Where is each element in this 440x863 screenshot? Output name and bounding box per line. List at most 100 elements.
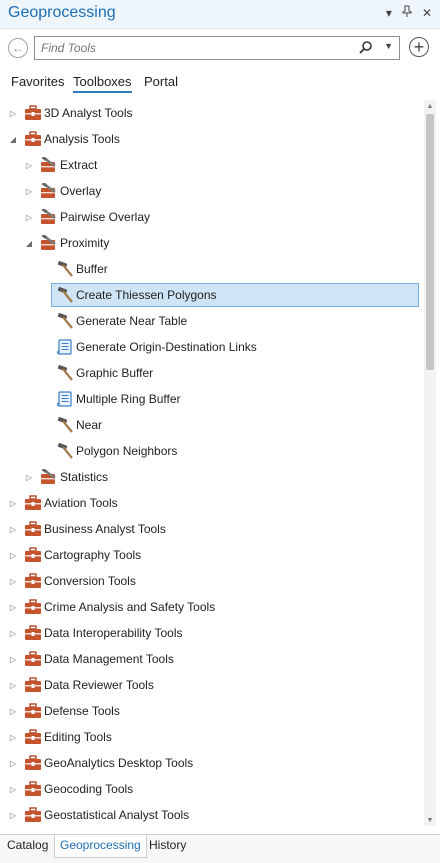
- tool-row[interactable]: Generate Near Table: [0, 308, 424, 334]
- toolbox-row[interactable]: ▷ GeoAnalytics Desktop Tools: [0, 750, 424, 776]
- collapsed-triangle-icon[interactable]: ▷: [8, 108, 18, 118]
- collapsed-triangle-icon[interactable]: ▷: [24, 472, 34, 482]
- collapsed-triangle-icon[interactable]: ▷: [24, 186, 34, 196]
- toolset-row[interactable]: ▷ Pairwise Overlay: [0, 204, 424, 230]
- tool-row[interactable]: Graphic Buffer: [0, 360, 424, 386]
- expanded-triangle-icon[interactable]: ◢: [8, 134, 18, 144]
- tree-item-label: Overlay: [60, 184, 102, 198]
- search-options-dropdown-icon[interactable]: ▼: [384, 41, 393, 51]
- toolbox-row[interactable]: ▷ 3D Analyst Tools: [0, 100, 424, 126]
- collapsed-triangle-icon[interactable]: ▷: [8, 758, 18, 768]
- search-icon[interactable]: [359, 40, 373, 57]
- tool-row[interactable]: Near: [0, 412, 424, 438]
- tree-item-label: Analysis Tools: [44, 132, 120, 146]
- toolbox-row[interactable]: ▷ Editing Tools: [0, 724, 424, 750]
- search-box[interactable]: ▼: [34, 36, 400, 60]
- expanded-triangle-icon[interactable]: ◢: [24, 238, 34, 248]
- collapsed-triangle-icon[interactable]: ▷: [8, 784, 18, 794]
- collapsed-triangle-icon[interactable]: ▷: [8, 576, 18, 586]
- tree-item-label: Create Thiessen Polygons: [76, 288, 217, 302]
- tab-portal[interactable]: Portal: [144, 74, 178, 89]
- bottom-tab-catalog[interactable]: Catalog: [2, 835, 53, 857]
- collapsed-triangle-icon[interactable]: ▷: [8, 706, 18, 716]
- toolbox-row[interactable]: ▷ Geocoding Tools: [0, 776, 424, 802]
- script-icon: [56, 391, 74, 407]
- toolset-icon: [40, 467, 58, 485]
- scrollbar-thumb[interactable]: [426, 114, 434, 370]
- toolset-icon: [40, 155, 58, 173]
- tool-row[interactable]: Create Thiessen Polygons: [0, 282, 424, 308]
- collapsed-triangle-icon[interactable]: ▷: [8, 628, 18, 638]
- tree-item-label: Data Reviewer Tools: [44, 678, 154, 692]
- pin-icon[interactable]: [402, 5, 412, 20]
- bottom-tab-geoprocessing[interactable]: Geoprocessing: [54, 835, 147, 858]
- tree-item-label: Data Interoperability Tools: [44, 626, 183, 640]
- toolbox-icon: [24, 131, 42, 147]
- toolbox-icon: [24, 573, 42, 589]
- toolset-row[interactable]: ▷ Extract: [0, 152, 424, 178]
- tree-item-label: Extract: [60, 158, 98, 172]
- scroll-up-icon[interactable]: ▲: [424, 100, 436, 112]
- toolbox-icon: [24, 781, 42, 797]
- toolbox-row[interactable]: ▷ Cartography Tools: [0, 542, 424, 568]
- tree-item-label: Buffer: [76, 262, 108, 276]
- tree-item-label: Generate Near Table: [76, 314, 188, 328]
- toolbox-row[interactable]: ▷ Geostatistical Analyst Tools: [0, 802, 424, 826]
- tab-toolboxes[interactable]: Toolboxes: [73, 74, 132, 93]
- toolbox-icon: [24, 703, 42, 719]
- close-icon[interactable]: ✕: [422, 6, 432, 20]
- tab-favorites[interactable]: Favorites: [11, 74, 64, 89]
- vertical-scrollbar[interactable]: ▲ ▼: [424, 100, 436, 826]
- tree-item-label: Near: [76, 418, 103, 432]
- toolbox-icon: [24, 521, 42, 537]
- toolbox-icon: [24, 625, 42, 641]
- tool-row[interactable]: Buffer: [0, 256, 424, 282]
- toolbox-icon: [24, 807, 42, 823]
- toolbox-row[interactable]: ▷ Business Analyst Tools: [0, 516, 424, 542]
- toolbox-row[interactable]: ▷ Data Interoperability Tools: [0, 620, 424, 646]
- toolbox-icon: [24, 729, 42, 745]
- tree-item-label: Proximity: [60, 236, 110, 250]
- collapsed-triangle-icon[interactable]: ▷: [24, 160, 34, 170]
- tool-row[interactable]: Multiple Ring Buffer: [0, 386, 424, 412]
- search-row: ← ▼ +: [0, 34, 440, 62]
- toolbox-row[interactable]: ▷ Conversion Tools: [0, 568, 424, 594]
- toolset-row[interactable]: ◢ Proximity: [0, 230, 424, 256]
- collapsed-triangle-icon[interactable]: ▷: [8, 602, 18, 612]
- dropdown-arrow-icon[interactable]: ▾: [386, 6, 392, 20]
- bottom-tab-history[interactable]: History: [144, 835, 191, 857]
- toolbox-row[interactable]: ▷ Defense Tools: [0, 698, 424, 724]
- tree-item-label: Pairwise Overlay: [60, 210, 151, 224]
- collapsed-triangle-icon[interactable]: ▷: [8, 680, 18, 690]
- toolbox-row[interactable]: ▷ Aviation Tools: [0, 490, 424, 516]
- collapsed-triangle-icon[interactable]: ▷: [8, 654, 18, 664]
- tree-item-label: 3D Analyst Tools: [44, 106, 133, 120]
- toolset-row[interactable]: ▷ Statistics: [0, 464, 424, 490]
- toolbox-row[interactable]: ▷ Crime Analysis and Safety Tools: [0, 594, 424, 620]
- collapsed-triangle-icon[interactable]: ▷: [8, 498, 18, 508]
- collapsed-triangle-icon[interactable]: ▷: [24, 212, 34, 222]
- toolset-row[interactable]: ▷ Overlay: [0, 178, 424, 204]
- search-input[interactable]: [41, 38, 341, 58]
- add-button[interactable]: +: [409, 37, 429, 57]
- toolbox-row[interactable]: ◢ Analysis Tools: [0, 126, 424, 152]
- collapsed-triangle-icon[interactable]: ▷: [8, 550, 18, 560]
- tree-item-label: Editing Tools: [44, 730, 112, 744]
- hammer-icon: [56, 313, 74, 329]
- back-arrow-icon: ←: [12, 41, 24, 55]
- scroll-down-icon[interactable]: ▼: [424, 814, 436, 826]
- toolbox-icon: [24, 755, 42, 771]
- collapsed-triangle-icon[interactable]: ▷: [8, 524, 18, 534]
- tool-row[interactable]: Generate Origin-Destination Links: [0, 334, 424, 360]
- collapsed-triangle-icon[interactable]: ▷: [8, 810, 18, 820]
- back-button[interactable]: ←: [8, 38, 28, 58]
- tree-item-label: Data Management Tools: [44, 652, 174, 666]
- toolbox-icon: [24, 547, 42, 563]
- toolbox-tree: ▷ 3D Analyst Tools ◢ Analysis Tools ▷ Extract…: [0, 100, 424, 826]
- toolbox-row[interactable]: ▷ Data Management Tools: [0, 646, 424, 672]
- collapsed-triangle-icon[interactable]: ▷: [8, 732, 18, 742]
- toolbox-icon: [24, 599, 42, 615]
- tool-row[interactable]: Polygon Neighbors: [0, 438, 424, 464]
- pane-titlebar: Geoprocessing ▾ ✕: [0, 0, 440, 29]
- toolbox-row[interactable]: ▷ Data Reviewer Tools: [0, 672, 424, 698]
